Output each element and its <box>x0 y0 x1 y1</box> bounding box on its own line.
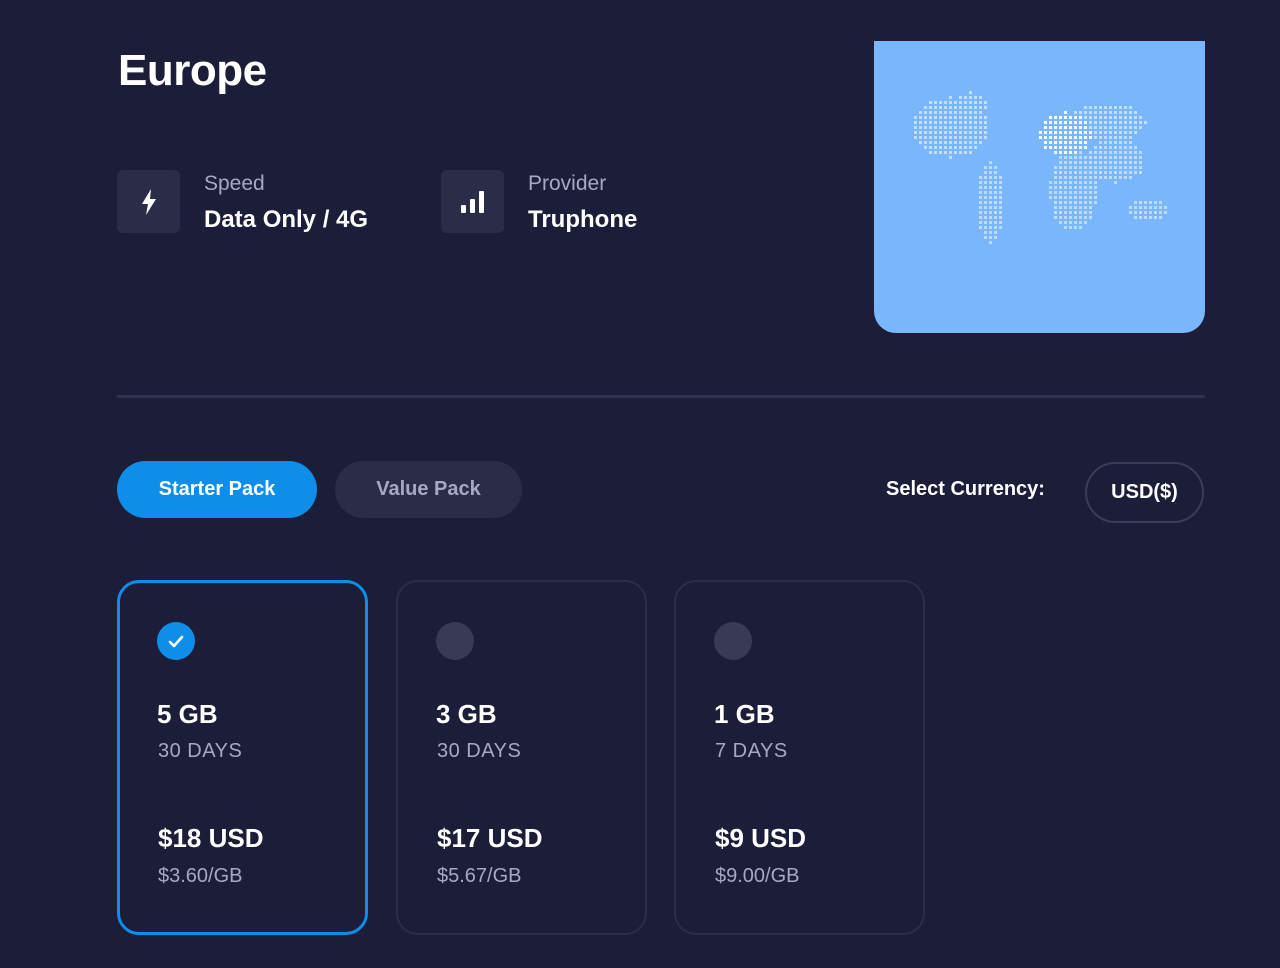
currency-select[interactable]: USD($) <box>1085 462 1204 523</box>
plan-duration: 7 DAYS <box>715 740 788 762</box>
plan-duration: 30 DAYS <box>158 740 243 762</box>
plan-data-size: 3 GB <box>436 699 497 729</box>
provider-value: Truphone <box>528 206 638 233</box>
world-map-icon <box>914 91 1167 244</box>
divider <box>117 395 1205 398</box>
signal-bars-icon <box>441 170 504 233</box>
plan-rate: $9.00/GB <box>715 865 800 887</box>
plan-data-size: 5 GB <box>157 699 218 729</box>
provider-label: Provider <box>528 172 607 195</box>
plan-card-5gb[interactable]: 5 GB 30 DAYS $18 USD $3.60/GB <box>117 580 368 935</box>
plan-duration: 30 DAYS <box>437 740 522 762</box>
plan-price: $17 USD <box>437 823 543 853</box>
tab-value-pack[interactable]: Value Pack <box>335 461 522 518</box>
coverage-map <box>874 41 1205 333</box>
plan-card-3gb[interactable]: 3 GB 30 DAYS $17 USD $5.67/GB <box>396 580 647 935</box>
plan-data-size: 1 GB <box>714 699 775 729</box>
speed-label: Speed <box>204 172 265 195</box>
provider-info: Provider Truphone <box>441 170 637 234</box>
plan-card-1gb[interactable]: 1 GB 7 DAYS $9 USD $9.00/GB <box>674 580 925 935</box>
plan-rate: $3.60/GB <box>158 865 243 887</box>
speed-info: Speed Data Only / 4G <box>117 170 368 234</box>
speed-value: Data Only / 4G <box>204 206 369 233</box>
selected-check-icon[interactable] <box>157 622 195 660</box>
plan-rate: $5.67/GB <box>437 865 522 887</box>
plan-price: $18 USD <box>158 823 264 853</box>
lightning-icon <box>117 170 180 233</box>
tab-starter-pack[interactable]: Starter Pack <box>117 461 317 518</box>
page-title: Europe <box>118 46 267 95</box>
currency-label: Select Currency: <box>886 478 1045 500</box>
radio-unselected[interactable] <box>714 622 752 660</box>
radio-unselected[interactable] <box>436 622 474 660</box>
plan-price: $9 USD <box>715 823 807 853</box>
